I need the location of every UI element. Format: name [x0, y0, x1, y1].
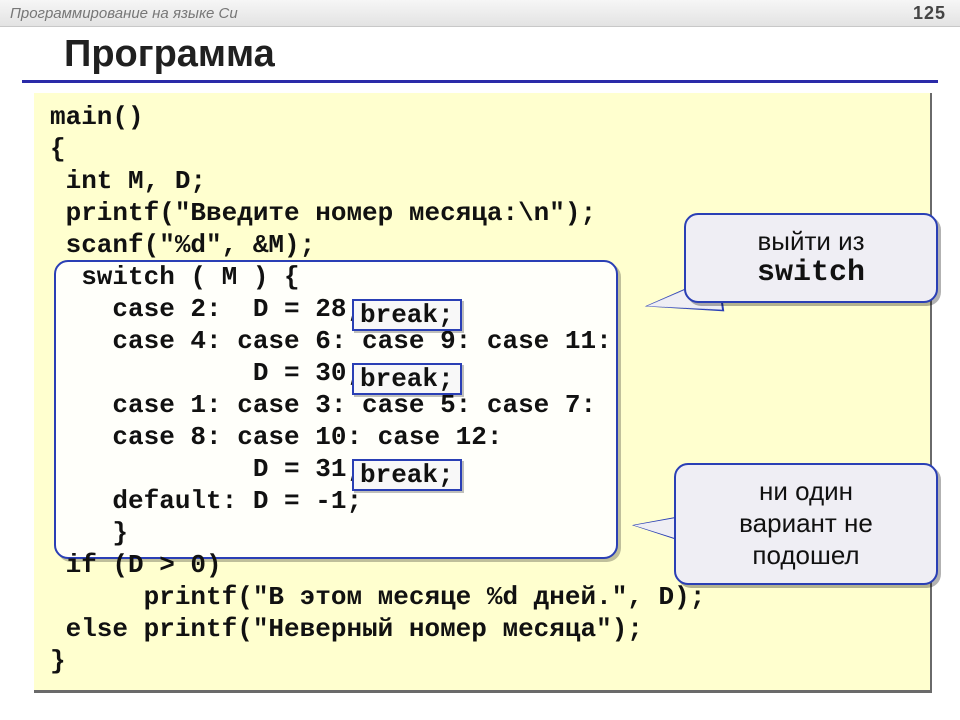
callout-no-match: ни один вариант не подошел — [674, 463, 938, 585]
code-line: D = 31; — [50, 454, 362, 484]
break-box-2: break; — [352, 363, 462, 395]
code-line: case 1: case 3: case 5: case 7: — [50, 390, 596, 420]
code-line: { — [50, 134, 66, 164]
page-number: 125 — [913, 3, 946, 24]
break-box-1: break; — [352, 299, 462, 331]
code-line: switch ( M ) { — [50, 262, 300, 292]
code-line: int M, D; — [50, 166, 206, 196]
code-line: case 2: D = 28; — [50, 294, 362, 324]
code-line: D = 30; — [50, 358, 362, 388]
code-line: scanf("%d", &M); — [50, 230, 315, 260]
callout-text: выйти из — [706, 225, 916, 257]
code-line: main() — [50, 102, 144, 132]
code-line: default: D = -1; — [50, 486, 362, 516]
code-line: printf("В этом месяце %d дней.", D); — [50, 582, 705, 612]
topbar: Программирование на языке Си 125 — [0, 0, 960, 27]
callout-text: ни один — [696, 475, 916, 507]
code-line: } — [50, 646, 66, 676]
slide: Программирование на языке Си 125 Програм… — [0, 0, 960, 720]
slide-title: Программа — [22, 27, 938, 83]
code-block: main() { int M, D; printf("Введите номер… — [34, 93, 932, 693]
code-line: case 4: case 6: case 9: case 11: — [50, 326, 612, 356]
callout-text: вариант не — [696, 507, 916, 539]
code-line: if (D > 0) — [50, 550, 222, 580]
code-line: else printf("Неверный номер месяца"); — [50, 614, 643, 644]
callout-text-mono: switch — [706, 257, 916, 289]
callout-text: подошел — [696, 539, 916, 571]
code-line: } — [50, 518, 128, 548]
break-box-3: break; — [352, 459, 462, 491]
code-line: case 8: case 10: case 12: — [50, 422, 502, 452]
course-title: Программирование на языке Си — [10, 5, 238, 22]
callout-exit-switch: выйти из switch — [684, 213, 938, 303]
code-line: printf("Введите номер месяца:\n"); — [50, 198, 596, 228]
